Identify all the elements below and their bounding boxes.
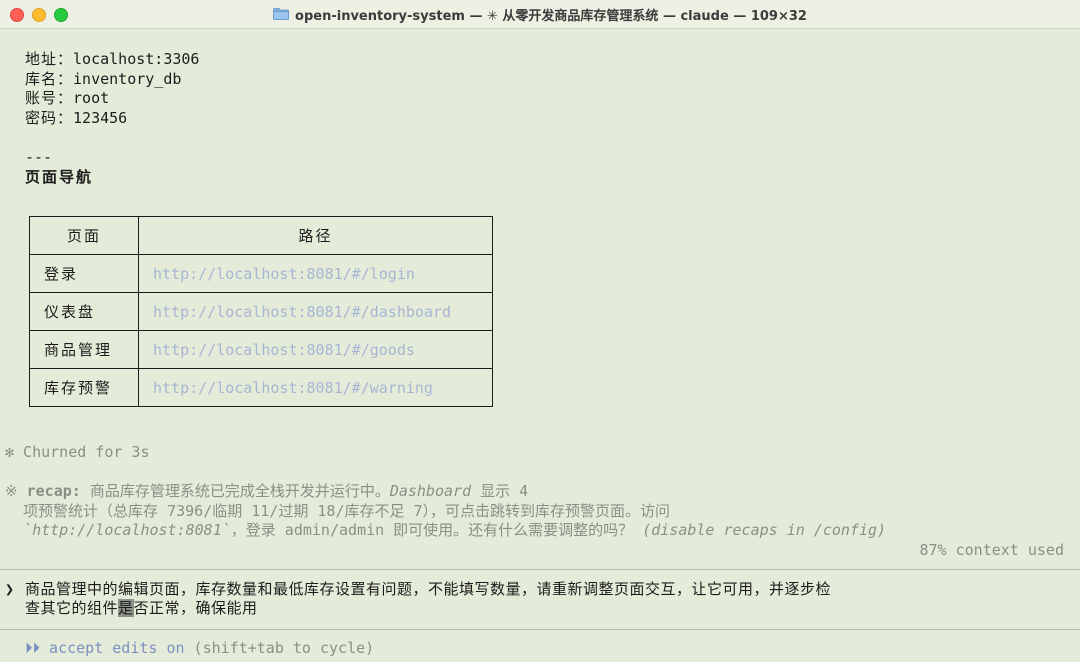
title-bar: open-inventory-system — ✳ 从零开发商品库存管理系统 —… (0, 0, 1080, 29)
mode-hint: (shift+tab to cycle) (193, 639, 375, 657)
table-cell-path-link[interactable]: http://localhost:8081/#/warning (138, 368, 493, 407)
table-cell-page: 登录 (29, 254, 139, 293)
terminal-window: open-inventory-system — ✳ 从零开发商品库存管理系统 —… (0, 0, 1080, 662)
fast-forward-icon: ⏵⏵ (25, 639, 41, 657)
separator: --- (25, 148, 53, 166)
prompt-text-line-1: 商品管理中的编辑页面，库存数量和最低库存设置有问题，不能填写数量，请重新调整页面… (25, 580, 832, 598)
table-header-path: 路径 (138, 216, 493, 255)
recap-text-3b: ，登录 admin/admin 即可使用。还有什么需要调整的吗？ (230, 521, 634, 539)
recap-line-1: ※ recap: 商品库存管理系统已完成全栈开发并运行中。Dashboard 显… (5, 481, 528, 501)
recap-text-1b: Dashboard (389, 482, 472, 500)
db-address-label: 地址： (25, 50, 74, 68)
table-cell-page: 仪表盘 (29, 292, 139, 331)
db-name-label: 库名： (25, 70, 74, 88)
folder-icon (273, 8, 289, 20)
page-nav-table: 页面 路径 登录 http://localhost:8081/#/login 仪… (29, 216, 493, 407)
table-cell-page: 商品管理 (29, 330, 139, 369)
table-header-row: 页面 路径 (29, 216, 493, 255)
table-cell-path-link[interactable]: http://localhost:8081/#/goods (138, 330, 493, 369)
prompt-divider-bottom (0, 629, 1080, 630)
prompt-text-2b: 否正常，确保能用 (133, 599, 258, 617)
mode-label: accept edits on (49, 639, 185, 657)
db-account-value: root (73, 89, 110, 107)
mode-status[interactable]: ⏵⏵ accept edits on (shift+tab to cycle) (25, 638, 374, 658)
table-row: 仪表盘 http://localhost:8081/#/dashboard (29, 292, 493, 331)
window-title-area: open-inventory-system — ✳ 从零开发商品库存管理系统 —… (0, 0, 1080, 28)
prompt-text-2a: 查其它的组件 (25, 599, 119, 617)
text-cursor: 是 (118, 599, 134, 617)
recap-url: `http://localhost:8081` (5, 521, 231, 539)
recap-star-icon: ※ (5, 482, 18, 500)
churned-status: ✻ Churned for 3s (5, 443, 150, 461)
prompt-marker-icon: ❯ (5, 580, 15, 598)
nav-heading: 页面导航 (25, 168, 94, 186)
db-name-line: 库名：inventory_db (25, 69, 181, 89)
table-row: 登录 http://localhost:8081/#/login (29, 254, 493, 293)
table-cell-path-link[interactable]: http://localhost:8081/#/dashboard (138, 292, 493, 331)
recap-text-1c: 显示 4 (471, 482, 529, 500)
prompt-text-line-2: 查其它的组件是否正常，确保能用 (25, 598, 258, 618)
window-title: open-inventory-system — ✳ 从零开发商品库存管理系统 —… (295, 8, 807, 24)
db-account-line: 账号：root (25, 88, 109, 108)
db-address-line: 地址：localhost:3306 (25, 49, 199, 69)
db-password-line: 密码：123456 (25, 108, 127, 128)
db-password-label: 密码： (25, 109, 74, 127)
table-row: 商品管理 http://localhost:8081/#/goods (29, 330, 493, 369)
prompt-divider-top (0, 569, 1080, 570)
table-cell-page: 库存预警 (29, 368, 139, 407)
table-row: 库存预警 http://localhost:8081/#/warning (29, 368, 493, 407)
recap-label: recap: (26, 482, 81, 500)
context-usage: 87% context used (919, 541, 1065, 559)
recap-line-3: `http://localhost:8081`，登录 admin/admin 即… (5, 520, 886, 540)
table-cell-path-link[interactable]: http://localhost:8081/#/login (138, 254, 493, 293)
recap-config-hint: (disable recaps in /config) (633, 521, 887, 539)
recap-text-1a: 商品库存管理系统已完成全栈开发并运行中。 (80, 482, 390, 500)
recap-line-2: 项预警统计（总库存 7396/临期 11/过期 18/库存不足 7），可点击跳转… (5, 502, 671, 520)
db-address-value: localhost:3306 (73, 50, 200, 68)
db-password-value: 123456 (73, 109, 128, 127)
table-header-page: 页面 (29, 216, 139, 255)
db-account-label: 账号： (25, 89, 74, 107)
db-name-value: inventory_db (73, 70, 182, 88)
